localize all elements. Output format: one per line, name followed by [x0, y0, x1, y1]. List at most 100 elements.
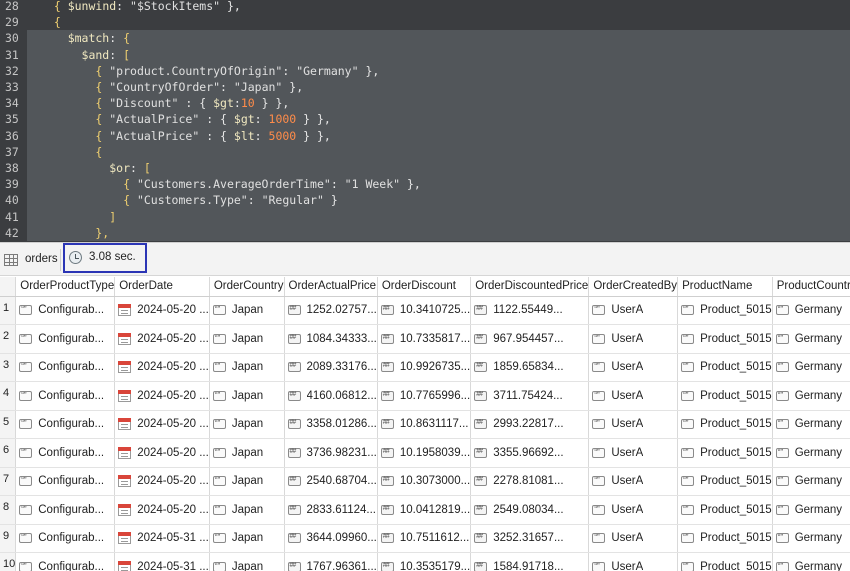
table-cell[interactable]: 10.7511612...	[377, 524, 472, 553]
table-cell[interactable]: UserA	[588, 467, 679, 496]
table-cell[interactable]: 10.8631117...	[377, 410, 472, 439]
table-cell[interactable]: 4160.06812...	[284, 381, 378, 411]
column-header[interactable]: ProductName	[677, 277, 773, 297]
table-cell[interactable]: Configurab...	[15, 324, 116, 354]
table-cell[interactable]: 10.0412819...	[377, 495, 472, 525]
table-cell[interactable]: 2549.08034...	[470, 495, 590, 525]
table-cell[interactable]: 2024-05-20 ...	[114, 438, 210, 468]
table-cell[interactable]: Germany	[772, 495, 850, 525]
table-cell[interactable]: 3644.09960...	[284, 524, 378, 553]
table-cell[interactable]: 1584.91718...	[470, 552, 590, 571]
code-line[interactable]: 31 $and: [	[0, 46, 850, 63]
table-cell[interactable]: UserA	[588, 296, 679, 325]
code-line[interactable]: 39 { "Customers.AverageOrderTime": "1 We…	[0, 176, 850, 193]
table-row[interactable]: 8 Configurab... 2024-05-20 ... Japan 2833.61…	[0, 495, 850, 525]
table-cell[interactable]: 2024-05-20 ...	[114, 495, 210, 525]
table-cell[interactable]: Japan	[209, 381, 285, 411]
table-row[interactable]: 1 Configurab... 2024-05-20 ... Japan 1252.02…	[0, 296, 850, 325]
code-line[interactable]: 38 $or: [	[0, 160, 850, 177]
table-cell[interactable]: 10.9926735...	[377, 353, 472, 382]
code-line[interactable]: 35 { "ActualPrice" : { $gt: 1000 } },	[0, 111, 850, 128]
table-cell[interactable]: 2540.68704...	[284, 467, 378, 496]
table-cell[interactable]: Product_5015	[677, 381, 773, 411]
table-row[interactable]: 5 Configurab... 2024-05-20 ... Japan 3358.01…	[0, 410, 850, 439]
table-cell[interactable]: 2024-05-20 ...	[114, 324, 210, 354]
code-line[interactable]: 34 { "Discount" : { $gt:10 } },	[0, 95, 850, 112]
column-header[interactable]: OrderCreatedBy	[588, 277, 679, 297]
code-line[interactable]: 36 { "ActualPrice" : { $lt: 5000 } },	[0, 127, 850, 144]
table-cell[interactable]: 2024-05-20 ...	[114, 353, 210, 382]
table-cell[interactable]: 1767.96361...	[284, 552, 378, 571]
table-cell[interactable]: Germany	[772, 552, 850, 571]
column-header[interactable]: OrderDiscount	[377, 277, 472, 297]
table-cell[interactable]: 1084.34333...	[284, 324, 378, 354]
table-cell[interactable]: Germany	[772, 324, 850, 354]
table-cell[interactable]: Germany	[772, 381, 850, 411]
table-row[interactable]: 4 Configurab... 2024-05-20 ... Japan 4160.06…	[0, 381, 850, 411]
column-header[interactable]: OrderDate	[114, 277, 210, 297]
table-cell[interactable]: Configurab...	[15, 495, 116, 525]
code-line[interactable]: 30 $match: {	[0, 30, 850, 47]
table-cell[interactable]: Japan	[209, 467, 285, 496]
table-cell[interactable]: Japan	[209, 438, 285, 468]
table-cell[interactable]: Germany	[772, 467, 850, 496]
table-cell[interactable]: 2089.33176...	[284, 353, 378, 382]
table-cell[interactable]: Configurab...	[15, 410, 116, 439]
table-cell[interactable]: 10.1958039...	[377, 438, 472, 468]
table-cell[interactable]: 10.7335817...	[377, 324, 472, 354]
collection-name[interactable]: orders	[25, 253, 58, 265]
table-row[interactable]: 3 Configurab... 2024-05-20 ... Japan 2089.33…	[0, 353, 850, 382]
table-cell[interactable]: Product_5015	[677, 324, 773, 354]
table-cell[interactable]: 2024-05-20 ...	[114, 296, 210, 325]
table-cell[interactable]: 2024-05-20 ...	[114, 381, 210, 411]
table-cell[interactable]: Japan	[209, 524, 285, 553]
table-cell[interactable]: Germany	[772, 353, 850, 382]
table-cell[interactable]: 1252.02757...	[284, 296, 378, 325]
table-cell[interactable]: Japan	[209, 353, 285, 382]
table-row[interactable]: 9 Configurab... 2024-05-31 ... Japan 3644.09…	[0, 524, 850, 553]
table-cell[interactable]: 10.3535179...	[377, 552, 472, 571]
column-header[interactable]: ProductCountry	[772, 277, 850, 297]
table-cell[interactable]: Japan	[209, 552, 285, 571]
code-line[interactable]: 41 ]	[0, 208, 850, 225]
table-cell[interactable]: 2833.61124...	[284, 495, 378, 525]
table-cell[interactable]: Japan	[209, 324, 285, 354]
code-line[interactable]: 29 {	[0, 14, 850, 31]
code-line[interactable]: 33 { "CountryOfOrder": "Japan" },	[0, 79, 850, 96]
table-cell[interactable]: 967.954457...	[470, 324, 590, 354]
table-cell[interactable]: Product_5015	[677, 552, 773, 571]
table-cell[interactable]: Japan	[209, 495, 285, 525]
table-cell[interactable]: 2024-05-31 ...	[114, 552, 210, 571]
code-line[interactable]: 40 { "Customers.Type": "Regular" }	[0, 192, 850, 209]
table-cell[interactable]: Configurab...	[15, 381, 116, 411]
table-cell[interactable]: UserA	[588, 552, 679, 571]
table-cell[interactable]: Germany	[772, 296, 850, 325]
query-editor[interactable]: 28 { $unwind: "$StockItems" }, 29 {30 $ma…	[0, 0, 850, 242]
table-cell[interactable]: 3736.98231...	[284, 438, 378, 468]
code-line[interactable]: 37 {	[0, 143, 850, 160]
column-header[interactable]: OrderCountry	[209, 277, 285, 297]
table-cell[interactable]: 2024-05-31 ...	[114, 524, 210, 553]
table-row[interactable]: 7 Configurab... 2024-05-20 ... Japan 2540.68…	[0, 467, 850, 496]
table-cell[interactable]: 2278.81081...	[470, 467, 590, 496]
table-cell[interactable]: Japan	[209, 410, 285, 439]
table-cell[interactable]: Germany	[772, 524, 850, 553]
table-cell[interactable]: UserA	[588, 438, 679, 468]
table-cell[interactable]: Product_5015	[677, 296, 773, 325]
code-line[interactable]: 32 { "product.CountryOfOrigin": "Germany…	[0, 62, 850, 79]
table-cell[interactable]: Configurab...	[15, 552, 116, 571]
code-line[interactable]: 42 },	[0, 224, 850, 241]
table-cell[interactable]: 10.3410725...	[377, 296, 472, 325]
table-cell[interactable]: Configurab...	[15, 524, 116, 553]
table-cell[interactable]: Configurab...	[15, 353, 116, 382]
table-cell[interactable]: 2024-05-20 ...	[114, 410, 210, 439]
table-cell[interactable]: Product_5015	[677, 467, 773, 496]
table-cell[interactable]: UserA	[588, 353, 679, 382]
results-grid[interactable]: OrderProductType OrderDate OrderCountry Ord…	[0, 277, 850, 571]
code-line[interactable]: 28 { $unwind: "$StockItems" },	[0, 0, 850, 15]
table-cell[interactable]: Germany	[772, 438, 850, 468]
table-cell[interactable]: 3358.01286...	[284, 410, 378, 439]
table-cell[interactable]: Configurab...	[15, 467, 116, 496]
column-header[interactable]: OrderDiscountedPrice	[470, 277, 590, 297]
table-cell[interactable]: Configurab...	[15, 296, 116, 325]
